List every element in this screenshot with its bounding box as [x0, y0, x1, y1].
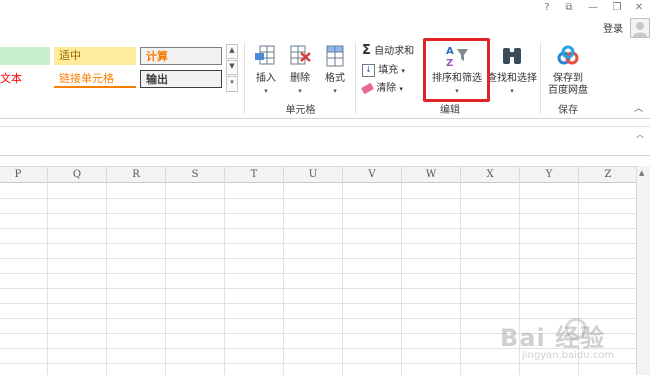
column-header-w[interactable]: W — [402, 166, 461, 183]
chevron-down-icon: ▾ — [510, 87, 514, 95]
insert-cells-icon — [254, 44, 278, 68]
column-header-y[interactable]: Y — [520, 166, 579, 183]
baidu-jingyan-watermark: Bai 经验 — [500, 324, 606, 352]
column-header-p[interactable]: P — [0, 166, 48, 183]
save-group-label: 保存 — [558, 105, 578, 116]
chevron-down-icon: ▾ — [401, 67, 405, 75]
avatar[interactable] — [630, 18, 650, 38]
column-header-v[interactable]: V — [343, 166, 402, 183]
autosum-label: 自动求和 — [374, 46, 415, 57]
eraser-icon — [360, 82, 375, 94]
insert-button[interactable]: 插入 ▾ — [249, 42, 283, 98]
editing-group-label: 编辑 — [440, 105, 460, 116]
expand-formula-bar-button[interactable]: ︿ — [636, 129, 644, 140]
gallery-scroll-up[interactable]: ▲ — [226, 44, 238, 59]
sigma-icon: Σ — [362, 43, 371, 58]
grid-row-line — [0, 303, 636, 304]
grid-column-line — [47, 183, 48, 375]
grid-row-line — [0, 363, 636, 364]
grid-row-line — [0, 213, 636, 214]
grid-row-line — [0, 273, 636, 274]
chevron-down-icon: ▾ — [399, 85, 403, 93]
grid-column-line — [283, 183, 284, 375]
help-icon[interactable]: ? — [538, 0, 556, 16]
fill-label: 填充 — [378, 65, 399, 76]
grid-row-line — [0, 243, 636, 244]
grid-column-line — [401, 183, 402, 375]
grid-row-line — [0, 288, 636, 289]
baidu-pan-icon — [556, 44, 580, 68]
save-label-line2: 百度网盘 — [548, 85, 588, 96]
binoculars-icon — [500, 44, 524, 68]
find-select-label: 查找和选择 — [487, 73, 537, 84]
grid-row-line — [0, 228, 636, 229]
delete-button[interactable]: 删除 ▾ — [283, 42, 317, 98]
chevron-down-icon: ▾ — [264, 87, 268, 95]
baidu-paw-logo — [565, 318, 587, 340]
user-icon — [633, 22, 647, 37]
style-neutral[interactable]: 适中 — [54, 47, 136, 65]
column-header-r[interactable]: R — [107, 166, 166, 183]
column-header-t[interactable]: T — [225, 166, 284, 183]
grid-row-line — [0, 258, 636, 259]
grid-column-line — [460, 183, 461, 375]
minimize-button[interactable]: — — [584, 0, 602, 16]
separator — [355, 42, 356, 114]
fill-button[interactable]: ↓ 填充 ▾ — [362, 63, 405, 79]
column-header-u[interactable]: U — [284, 166, 343, 183]
restore-button[interactable]: ❐ — [608, 0, 626, 16]
format-cells-icon — [323, 44, 347, 68]
scroll-up-icon[interactable]: ▲ — [639, 169, 644, 177]
column-header-z[interactable]: Z — [579, 166, 638, 183]
grid-column-line — [342, 183, 343, 375]
grid-row-line — [0, 198, 636, 199]
vertical-scrollbar[interactable]: ▲ — [636, 166, 650, 375]
style-warning-text[interactable]: 文本 — [0, 70, 50, 88]
separator — [244, 42, 245, 114]
save-label-line1: 保存到 — [553, 73, 583, 84]
fill-down-icon: ↓ — [362, 63, 375, 77]
autosum-button[interactable]: Σ 自动求和 — [362, 43, 414, 59]
format-button[interactable]: 格式 ▾ — [318, 42, 352, 98]
style-linked-cell[interactable]: 链接单元格 — [54, 70, 136, 88]
close-button[interactable]: ✕ — [630, 0, 648, 16]
delete-cells-icon — [288, 44, 312, 68]
column-header-x[interactable]: X — [461, 166, 520, 183]
save-label: 保存到 百度网盘 — [544, 73, 592, 97]
style-good-partial[interactable] — [0, 47, 50, 65]
separator — [540, 42, 541, 114]
grid-column-line — [106, 183, 107, 375]
watermark-url: jingyan.baidu.com — [522, 350, 615, 361]
collapse-ribbon-button[interactable]: ︿ — [634, 101, 643, 114]
chevron-down-icon: ▾ — [298, 87, 302, 95]
login-link[interactable]: 登录 — [603, 20, 623, 35]
chevron-down-icon: ▾ — [333, 87, 337, 95]
sort-filter-highlight-annotation — [423, 38, 490, 102]
grid-column-line — [165, 183, 166, 375]
gallery-scroll-down[interactable]: ▼ — [226, 60, 238, 75]
gallery-more-button[interactable]: ▾ — [226, 76, 238, 92]
find-select-button[interactable]: 查找和选择 ▾ — [484, 42, 540, 98]
column-header-q[interactable]: Q — [48, 166, 107, 183]
delete-label: 删除 — [290, 73, 310, 84]
save-to-baidu-pan-button[interactable]: 保存到 百度网盘 — [544, 42, 592, 98]
formula-bar[interactable] — [0, 126, 650, 156]
insert-label: 插入 — [256, 73, 276, 84]
column-header-s[interactable]: S — [166, 166, 225, 183]
grid-column-line — [224, 183, 225, 375]
format-label: 格式 — [325, 73, 345, 84]
cells-group-label: 单元格 — [285, 105, 316, 116]
style-output[interactable]: 输出 — [140, 70, 222, 88]
ribbon-display-options-icon[interactable]: ⧉ — [560, 0, 578, 16]
clear-button[interactable]: 清除 ▾ — [360, 81, 403, 97]
style-calculation[interactable]: 计算 — [140, 47, 222, 65]
clear-label: 清除 — [376, 83, 397, 94]
